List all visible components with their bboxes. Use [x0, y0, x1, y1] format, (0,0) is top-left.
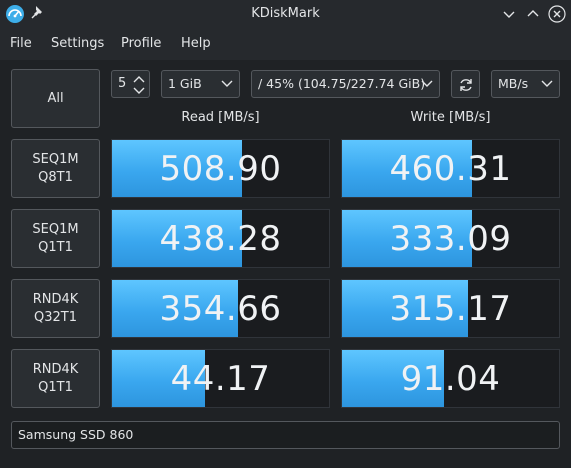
write-value: 315.17	[389, 288, 512, 329]
write-value: 460.31	[389, 148, 512, 189]
read-value: 354.66	[159, 288, 282, 329]
test-button-rnd4k-q32t1[interactable]: RND4K Q32T1	[11, 279, 100, 338]
write-result-seq1m-q1t1: 333.09	[341, 209, 560, 268]
read-result-rnd4k-q1t1: 44.17	[111, 349, 330, 408]
runs-value: 5	[118, 76, 127, 91]
test-name: RND4K	[32, 291, 79, 307]
test-size-dropdown[interactable]: 1 GiB	[161, 70, 240, 98]
test-params: Q32T1	[34, 309, 77, 325]
chevron-down-icon	[221, 80, 233, 87]
menu-settings[interactable]: Settings	[51, 28, 104, 60]
menu-bar: File Settings Profile Help	[0, 28, 571, 60]
write-column-header: Write [MB/s]	[410, 110, 491, 125]
maximize-icon[interactable]	[524, 5, 542, 23]
read-value: 438.28	[159, 218, 282, 259]
spin-arrows-icon[interactable]	[132, 74, 146, 96]
test-name: SEQ1M	[32, 221, 79, 237]
write-value: 91.04	[400, 358, 501, 399]
test-button-seq1m-q1t1[interactable]: SEQ1M Q1T1	[11, 209, 100, 268]
write-result-seq1m-q8t1: 460.31	[341, 139, 560, 198]
read-value: 44.17	[170, 358, 271, 399]
read-result-seq1m-q8t1: 508.90	[111, 139, 330, 198]
read-column-header: Read [MB/s]	[181, 110, 260, 125]
test-button-rnd4k-q1t1[interactable]: RND4K Q1T1	[11, 349, 100, 408]
title-bar: KDiskMark	[0, 0, 571, 28]
menu-help[interactable]: Help	[181, 28, 211, 60]
comment-field[interactable]: Samsung SSD 860	[11, 421, 560, 449]
write-result-rnd4k-q1t1: 91.04	[341, 349, 560, 408]
runs-spinbox[interactable]: 5	[111, 70, 150, 98]
unit-value: MB/s	[498, 76, 529, 91]
target-disk-value: / 45% (104.75/227.74 GiB)	[258, 76, 426, 91]
test-size-value: 1 GiB	[168, 76, 202, 91]
unit-dropdown[interactable]: MB/s	[491, 70, 560, 98]
chevron-down-icon	[541, 80, 553, 87]
refresh-icon	[460, 79, 472, 91]
test-name: RND4K	[32, 361, 79, 377]
minimize-icon[interactable]	[500, 5, 518, 23]
window-title: KDiskMark	[251, 6, 320, 21]
close-icon[interactable]	[548, 5, 566, 23]
menu-profile[interactable]: Profile	[121, 28, 161, 60]
menu-file[interactable]: File	[10, 28, 32, 60]
read-value: 508.90	[159, 148, 282, 189]
write-value: 333.09	[389, 218, 512, 259]
test-params: Q1T1	[38, 239, 73, 255]
read-result-rnd4k-q32t1: 354.66	[111, 279, 330, 338]
test-name: SEQ1M	[32, 151, 79, 167]
write-result-rnd4k-q32t1: 315.17	[341, 279, 560, 338]
test-params: Q1T1	[38, 379, 73, 395]
test-params: Q8T1	[38, 169, 73, 185]
refresh-button[interactable]	[451, 70, 480, 98]
chevron-down-icon	[421, 80, 433, 87]
read-result-seq1m-q1t1: 438.28	[111, 209, 330, 268]
all-button[interactable]: All	[11, 69, 100, 128]
target-disk-dropdown[interactable]: / 45% (104.75/227.74 GiB)	[251, 70, 440, 98]
test-button-seq1m-q8t1[interactable]: SEQ1M Q8T1	[11, 139, 100, 198]
